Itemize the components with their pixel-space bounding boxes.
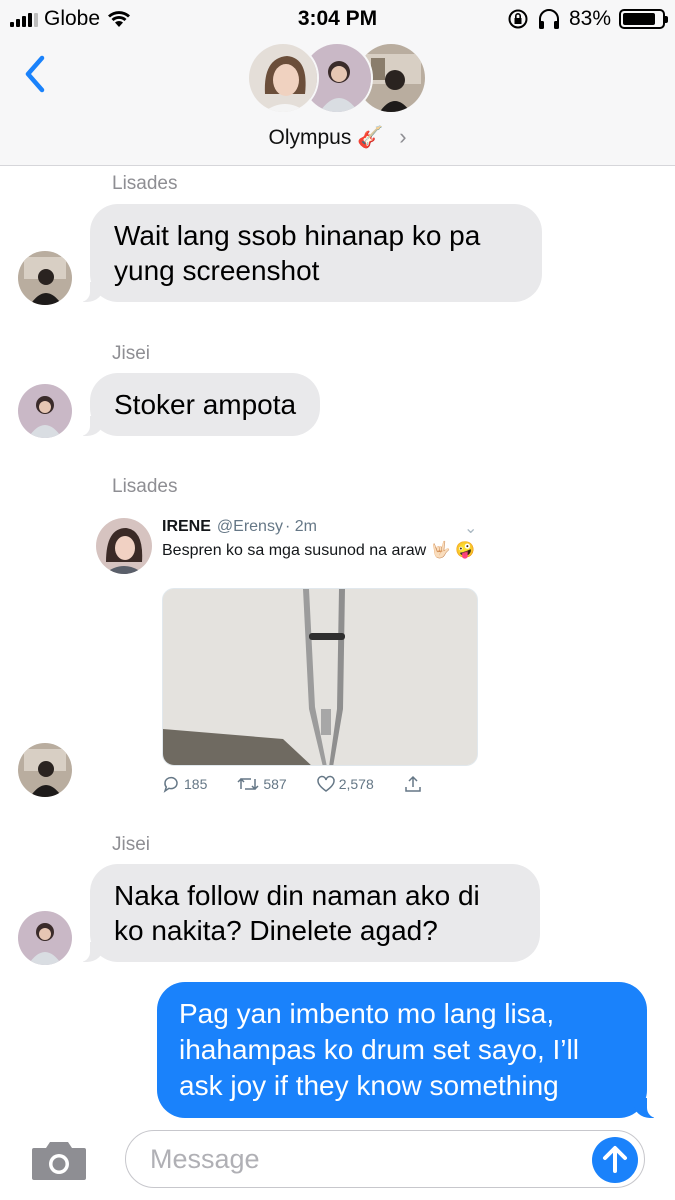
avatar-jisei[interactable] [18,384,72,438]
sender-label: Lisades [112,173,178,194]
guitar-emoji: 🎸 [357,126,384,149]
tweet-author-avatar [96,518,152,574]
heart-icon [316,775,335,792]
tweet-share [404,775,422,793]
message-text: Wait lang ssob hinanap ko pa yung screen… [114,220,481,286]
battery-percent: 83% [568,7,611,30]
tweet-author-handle: @Erensy [216,518,283,535]
sender-label: Jisei [112,834,151,855]
message-text: Naka follow din naman ako di ko nakita? … [114,880,480,946]
retweet-count: 587 [263,776,287,792]
tweet-like: 2,578 [316,775,374,793]
message-text: Stoker ampota [114,389,297,420]
reply-icon [163,776,178,793]
avatar-lisades[interactable] [18,251,72,305]
tweet-photo-crutches [162,588,478,766]
message-bubble-incoming[interactable]: Stoker ampota [77,373,321,436]
status-right: 83% [507,7,668,31]
tweet-screenshot[interactable]: IRENE @Erensy · 2m ⌄ Bespren ko sa mga sus… [90,510,490,810]
sender-label: Lisades [112,476,178,497]
message-bubble-incoming[interactable]: Naka follow din naman ako di ko nakita? … [78,864,540,962]
like-count: 2,578 [338,776,374,792]
tweet-text: Bespren ko sa mga susunod na araw 🤟🏻 🤪 [162,542,475,559]
camera-icon[interactable] [30,1138,88,1182]
send-arrow-icon [603,1146,627,1173]
avatar-lisades[interactable] [18,743,72,797]
tweet-menu-caret-icon: ⌄ [464,520,478,537]
group-name-label: Olympus [268,126,352,149]
tweet-author-name: IRENE [162,518,211,535]
conversation-header: Olympus 🎸 › [0,38,675,166]
retweet-icon [237,777,259,791]
group-member-avatar-1 [247,42,319,114]
tweet-header: IRENE @Erensy · 2m [162,518,317,536]
tweet-actions: 185 587 2,578 [162,775,452,793]
back-chevron-icon[interactable] [18,52,58,96]
group-avatar[interactable] [247,42,427,114]
composer-bar [0,1118,675,1200]
message-bubble-outgoing[interactable]: Pag yan imbento mo lang lisa, ihahampas … [157,982,659,1118]
message-input[interactable] [150,1131,580,1187]
tweet-reply: 185 [162,775,207,793]
tweet-time: · 2m [284,518,317,535]
message-field[interactable] [125,1130,645,1188]
share-icon [405,775,421,792]
orientation-lock-icon [508,9,528,29]
reply-count: 185 [184,776,208,792]
battery-level-fill [623,13,655,25]
chevron-right-icon: › [399,124,407,149]
sender-label: Jisei [112,343,151,364]
status-bar: Globe 3:04 PM 83% [0,0,675,38]
group-name[interactable]: Olympus 🎸 › [0,124,675,150]
headphones-icon [538,9,559,29]
send-button[interactable] [592,1137,638,1183]
message-bubble-incoming[interactable]: Wait lang ssob hinanap ko pa yung screen… [78,204,542,302]
avatar-jisei[interactable] [18,911,72,965]
message-text: Pag yan imbento mo lang lisa, ihahampas … [179,998,579,1101]
tweet-retweet: 587 [237,775,287,793]
battery-icon [619,9,668,29]
